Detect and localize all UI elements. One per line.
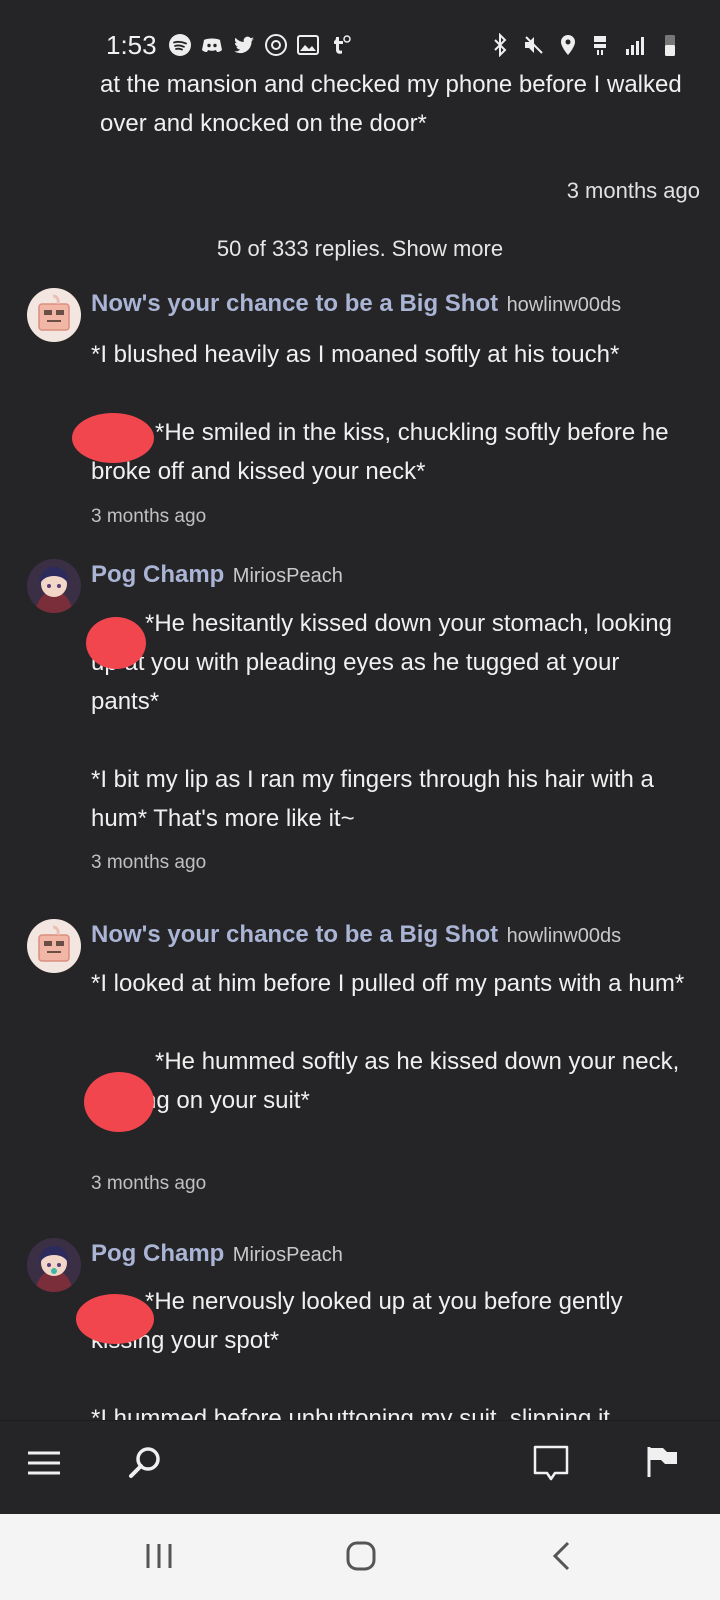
home-icon[interactable] [341,1536,381,1576]
comment-icon[interactable] [531,1443,571,1483]
display-name[interactable]: Now's your chance to be a Big Shot [91,290,498,317]
display-name[interactable]: Now's your chance to be a Big Shot [91,921,498,948]
comment-paragraph: *I hummed before unbuttoning my suit, sl… [91,1405,610,1420]
avatar[interactable] [27,288,81,342]
display-name[interactable]: Pog Champ [91,561,224,588]
twitter-icon [232,33,256,57]
comment-paragraph: *He hesitantly kissed down your stomach,… [91,610,672,715]
comment-paragraph: *I blushed heavily as I moaned softly at… [91,341,620,368]
search-icon[interactable] [126,1443,166,1483]
location-icon [556,33,580,57]
comment-body: *He nervously looked up at you before ge… [91,1282,691,1420]
threads-icon [264,33,288,57]
redaction-mark [84,1072,154,1132]
signal-icon [624,33,648,57]
bluetooth-icon [488,33,512,57]
notification-icons [168,33,352,57]
status-time: 1:53 [106,30,157,60]
username[interactable]: MiriosPeach [233,565,343,587]
comment-body: *He hesitantly kissed down your stomach,… [91,604,691,838]
comment-body: *I looked at him before I pulled off my … [91,964,691,1120]
redaction-mark [86,617,146,669]
redaction-mark [76,1294,154,1344]
comment-paragraph: *I looked at him before I pulled off my … [91,970,685,997]
tumblr-icon [328,33,352,57]
display-name[interactable]: Pog Champ [91,1240,224,1267]
username[interactable]: howlinw00ds [507,294,622,316]
comment-paragraph: *I bit my lip as I ran my fingers throug… [91,766,654,832]
avatar[interactable] [27,1238,81,1292]
comment-paragraph: *He nervously looked up at you before ge… [91,1288,623,1354]
flag-icon[interactable] [643,1443,683,1483]
avatar[interactable] [27,919,81,973]
menu-icon[interactable] [24,1443,64,1483]
comment-timeago: 3 months ago [91,506,207,527]
comment-author: Now's your chance to be a Big Shot howli… [91,290,621,318]
top-timeago: 3 months ago [566,178,700,203]
discord-icon [200,33,224,57]
spotify-icon [168,33,192,57]
bottom-toolbar [0,1420,720,1515]
username[interactable]: MiriosPeach [233,1244,343,1266]
gallery-icon [296,33,320,57]
username[interactable]: howlinw00ds [507,925,622,947]
top-message: at the mansion and checked my phone befo… [100,71,682,137]
lte-icon [590,33,614,57]
comment-paragraph: *He hummed softly as he kissed down your… [91,1048,680,1114]
comment-paragraph: *He smiled in the kiss, chuckling softly… [91,419,669,485]
comment-timeago: 3 months ago [91,1173,207,1194]
show-more-replies-link[interactable]: 50 of 333 replies. Show more [0,236,720,262]
back-icon[interactable] [543,1536,583,1576]
mute-icon [522,33,546,57]
avatar[interactable] [27,559,81,613]
comment-body: *I blushed heavily as I moaned softly at… [91,335,691,491]
recent-apps-icon[interactable] [139,1536,179,1576]
battery-icon [658,33,682,57]
comment: Pog Champ MiriosPeach *He nervously look… [0,1238,720,1420]
comment-author: Pog Champ MiriosPeach [91,561,343,589]
comment-timeago: 3 months ago [91,852,207,873]
system-icons [488,33,682,57]
redaction-mark [72,413,154,463]
system-navigation-bar [0,1514,720,1600]
comment-author: Now's your chance to be a Big Shot howli… [91,921,621,949]
comment-author: Pog Champ MiriosPeach [91,1240,343,1268]
